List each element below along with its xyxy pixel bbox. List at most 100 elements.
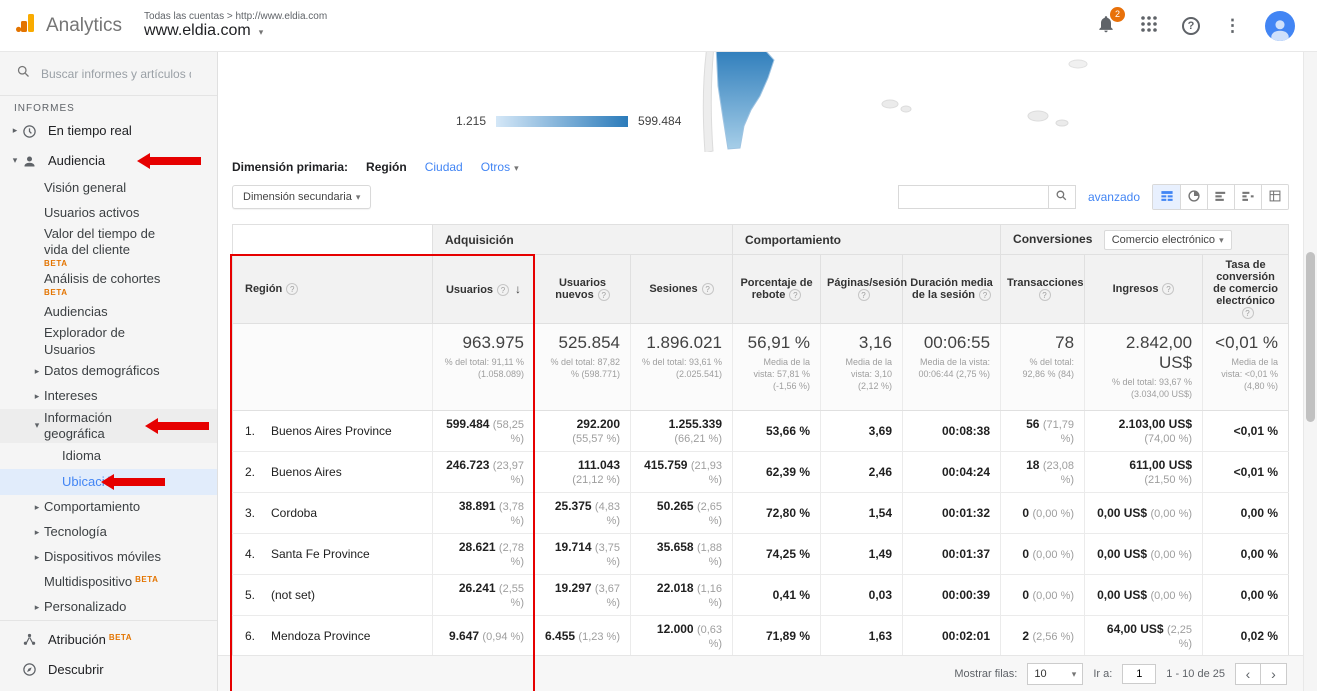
sidebar-item-atribucion[interactable]: AtribuciónBETA — [0, 625, 217, 655]
cell-percent: (58,25 %) — [493, 419, 524, 445]
account-selector[interactable]: www.eldia.com — [144, 22, 327, 40]
sidebar-item-multidispositivo[interactable]: MultidispositivoBETA — [0, 570, 217, 595]
user-avatar[interactable] — [1265, 11, 1295, 41]
view-pivot-button[interactable] — [1261, 185, 1288, 209]
column-header-tasa-conversion[interactable]: Tasa de conversión de comercio electróni… — [1203, 255, 1289, 324]
sort-descending-icon[interactable] — [515, 284, 521, 296]
sidebar-item-descubrir[interactable]: Descubrir — [0, 655, 217, 685]
ecommerce-selector[interactable]: Comercio electrónico — [1104, 230, 1232, 250]
help-tooltip-icon[interactable] — [497, 284, 509, 296]
table-row[interactable]: 4.Santa Fe Province28.621 (2,78 %)19.714… — [233, 534, 1289, 575]
help-tooltip-icon[interactable] — [286, 283, 298, 295]
sidebar-item-explorador-de-usuarios[interactable]: Explorador de Usuarios — [0, 324, 217, 358]
help-tooltip-icon[interactable] — [598, 289, 610, 301]
analytics-logo[interactable]: Analytics — [0, 11, 138, 40]
sidebar-item-datos-demograficos[interactable]: ▸Datos demográficos — [0, 359, 217, 384]
help-tooltip-icon[interactable] — [1162, 283, 1174, 295]
column-header-ingresos[interactable]: Ingresos — [1085, 255, 1203, 324]
table-row[interactable]: 6.Mendoza Province9.647 (0,94 %)6.455 (1… — [233, 616, 1289, 657]
sidebar-item-label: Personalizado — [44, 599, 126, 614]
help-tooltip-icon[interactable] — [1039, 289, 1051, 301]
help-tooltip-icon[interactable] — [979, 289, 991, 301]
scrollbar-thumb[interactable] — [1306, 252, 1315, 422]
secondary-dimension-button[interactable]: Dimensión secundaria — [232, 185, 371, 209]
cell-value: <0,01 % — [1234, 465, 1278, 479]
sidebar-item-informacion-geografica[interactable]: ▾Información geográfica — [0, 409, 217, 443]
view-percentage-button[interactable] — [1180, 185, 1207, 209]
table-row[interactable]: 1.Buenos Aires Province599.484 (58,25 %)… — [233, 411, 1289, 452]
breadcrumb[interactable]: Todas las cuentas > http://www.eldia.com — [144, 11, 327, 22]
column-header-region[interactable]: Región — [233, 255, 433, 324]
dimension-otros-link[interactable]: Otros — [481, 160, 519, 174]
column-header-transacciones[interactable]: Transacciones — [1001, 255, 1085, 324]
sidebar-item-ubicacion[interactable]: Ubicación — [0, 469, 217, 495]
sidebar-item-personalizado[interactable]: ▸Personalizado — [0, 595, 217, 620]
row-rank: 6. — [245, 629, 271, 643]
cell-percent: (2,25 %) — [1167, 624, 1192, 650]
sidebar-item-audiencias[interactable]: Audiencias — [0, 299, 217, 324]
cell-value: 19.714 — [555, 540, 592, 554]
cell-value: 0,00 US$ — [1097, 506, 1147, 520]
sidebar-item-analisis-de-cohortes[interactable]: Análisis de cohortesBETA — [0, 269, 217, 299]
next-page-button[interactable] — [1261, 663, 1287, 685]
more-menu-button[interactable] — [1224, 16, 1241, 36]
cell-percent: (2,78 %) — [499, 542, 524, 568]
column-header-usuarios[interactable]: Usuarios — [433, 255, 535, 324]
table-search-input[interactable] — [898, 185, 1048, 209]
column-header-paginas-sesion[interactable]: Páginas/sesión — [821, 255, 903, 324]
table-row[interactable]: 5.(not set)26.241 (2,55 %)19.297 (3,67 %… — [233, 575, 1289, 616]
notification-badge: 2 — [1110, 7, 1125, 22]
notifications-button[interactable]: 2 — [1096, 14, 1116, 37]
dimension-otros-label: Otros — [481, 160, 510, 174]
column-header-sesiones[interactable]: Sesiones — [631, 255, 733, 324]
prev-page-button[interactable] — [1235, 663, 1261, 685]
cell-value: 00:08:38 — [942, 424, 990, 438]
column-header-usuarios-nuevos[interactable]: Usuarios nuevos — [535, 255, 631, 324]
sidebar-item-en-tiempo-real[interactable]: ▸En tiempo real — [0, 116, 217, 146]
table-row[interactable]: 3.Cordoba38.891 (3,78 %)25.375 (4,83 %)5… — [233, 493, 1289, 534]
sidebar-item-tecnologia[interactable]: ▸Tecnología — [0, 520, 217, 545]
rows-per-page-select[interactable]: 10 — [1027, 663, 1083, 685]
sidebar-item-idioma[interactable]: Idioma — [0, 443, 217, 469]
dimension-region-link[interactable]: Región — [366, 160, 407, 174]
cell-percent: (0,63 %) — [697, 624, 722, 650]
view-table-button[interactable] — [1153, 185, 1180, 209]
sidebar-item-usuarios-activos[interactable]: Usuarios activos — [0, 201, 217, 226]
sidebar-item-audiencia[interactable]: ▾Audiencia — [0, 146, 217, 176]
sidebar-search[interactable] — [0, 52, 217, 96]
column-header-rebote[interactable]: Porcentaje de rebote — [733, 255, 821, 324]
chevron-down-icon: ▾ — [30, 420, 44, 431]
sidebar-item-label: Descubrir — [48, 662, 104, 677]
vertical-scrollbar[interactable] — [1303, 52, 1317, 691]
search-input[interactable] — [41, 67, 191, 81]
help-tooltip-icon[interactable] — [789, 289, 801, 301]
chevron-down-icon — [510, 160, 519, 174]
apps-grid-button[interactable] — [1140, 15, 1158, 36]
dimension-ciudad-link[interactable]: Ciudad — [425, 160, 463, 174]
help-tooltip-icon[interactable] — [1242, 307, 1254, 319]
sidebar-item-comportamiento[interactable]: ▸Comportamiento — [0, 495, 217, 520]
column-label: Ingresos — [1113, 283, 1159, 295]
group-header-adquisicion: Adquisición — [433, 225, 733, 255]
table-row[interactable]: 2.Buenos Aires246.723 (23,97 %)111.043 (… — [233, 452, 1289, 493]
table-search-button[interactable] — [1048, 185, 1076, 209]
cell-percent: (21,93 %) — [691, 460, 722, 486]
help-tooltip-icon[interactable] — [858, 289, 870, 301]
view-performance-button[interactable] — [1207, 185, 1234, 209]
goto-page-input[interactable] — [1122, 664, 1156, 684]
advanced-search-link[interactable]: avanzado — [1088, 190, 1140, 204]
sidebar-item-vision-general[interactable]: Visión general — [0, 176, 217, 201]
sidebar-item-intereses[interactable]: ▸Intereses — [0, 384, 217, 409]
view-toggle-group — [1152, 184, 1289, 210]
group-header-comportamiento: Comportamiento — [733, 225, 1001, 255]
sidebar-item-valor-del-tiempo-de-vida-del-cliente[interactable]: Valor del tiempo de vida del clienteBETA — [0, 226, 217, 269]
sidebar-item-dispositivos-moviles[interactable]: ▸Dispositivos móviles — [0, 545, 217, 570]
column-header-duracion[interactable]: Duración media de la sesión — [903, 255, 1001, 324]
summary-transactions-sub: % del total: 92,86 % (84) — [1011, 356, 1074, 380]
table-search — [898, 185, 1076, 209]
view-comparison-button[interactable] — [1234, 185, 1261, 209]
summary-rate-value: <0,01 % — [1213, 333, 1278, 353]
summary-bounce-sub: Media de la vista: 57,81 % (-1,56 %) — [743, 356, 810, 392]
help-button[interactable] — [1182, 17, 1200, 35]
help-tooltip-icon[interactable] — [702, 283, 714, 295]
